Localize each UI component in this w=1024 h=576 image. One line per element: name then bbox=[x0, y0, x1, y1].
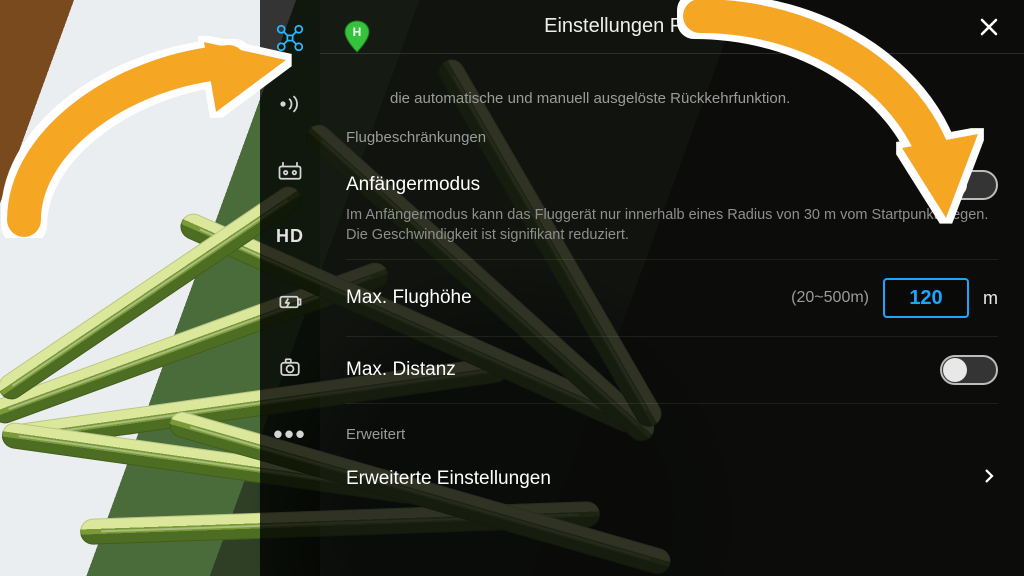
panel-header: Einstellungen Fernsteuerung bbox=[320, 0, 1024, 54]
nav-battery-icon[interactable] bbox=[274, 286, 306, 318]
nav-more-icon[interactable]: ••• bbox=[274, 418, 306, 450]
section-flight-restrictions: Flugbeschränkungen bbox=[346, 129, 998, 146]
max-distance-toggle[interactable] bbox=[940, 355, 998, 385]
row-advanced-settings[interactable]: Erweiterte Einstellungen bbox=[346, 449, 998, 508]
max-altitude-unit: m bbox=[983, 288, 998, 309]
settings-nav-rail: HD ••• bbox=[260, 0, 320, 576]
row-beginner-mode: Anfängermodus bbox=[346, 152, 998, 206]
nav-aircraft-icon[interactable] bbox=[274, 22, 306, 54]
nav-signal-icon[interactable] bbox=[274, 88, 306, 120]
max-altitude-input[interactable]: 120 bbox=[883, 278, 969, 318]
panel-body: H die automatische und manuell ausgelöst… bbox=[320, 54, 1024, 576]
row-max-distance: Max. Distanz bbox=[346, 337, 998, 404]
app-stage: HD ••• Einstellungen Fernsteuerung H die… bbox=[0, 0, 1024, 576]
section-advanced: Erweitert bbox=[346, 426, 998, 443]
max-altitude-range: (20~500m) bbox=[791, 289, 869, 307]
max-altitude-label: Max. Flughöhe bbox=[346, 287, 472, 309]
panel-title: Einstellungen Fernsteuerung bbox=[544, 15, 800, 38]
nav-gimbal-icon[interactable] bbox=[274, 352, 306, 384]
chevron-right-icon bbox=[980, 467, 998, 490]
nav-controller-icon[interactable] bbox=[274, 154, 306, 186]
settings-panel: Einstellungen Fernsteuerung H die automa… bbox=[320, 0, 1024, 576]
max-distance-label: Max. Distanz bbox=[346, 359, 456, 381]
beginner-mode-toggle[interactable] bbox=[940, 170, 998, 200]
advanced-settings-label: Erweiterte Einstellungen bbox=[346, 468, 551, 490]
rth-note: die automatische und manuell ausgelöste … bbox=[390, 90, 998, 107]
nav-hd-icon[interactable]: HD bbox=[274, 220, 306, 252]
beginner-mode-label: Anfängermodus bbox=[346, 174, 480, 196]
close-icon[interactable] bbox=[972, 10, 1006, 44]
row-max-altitude: Max. Flughöhe (20~500m) 120 m bbox=[346, 260, 998, 337]
beginner-mode-desc: Im Anfängermodus kann das Fluggerät nur … bbox=[346, 206, 998, 245]
